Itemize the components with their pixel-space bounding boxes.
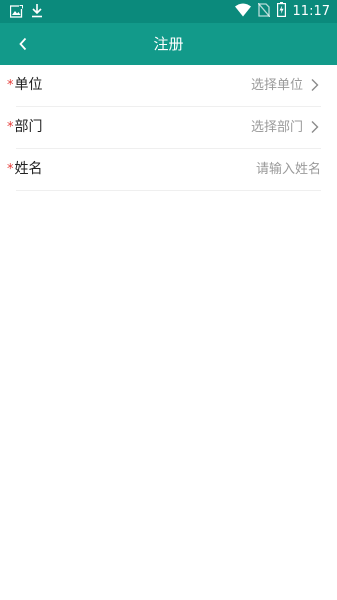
app-bar: 注册 [0,23,337,65]
unit-selector-row[interactable]: *单位 选择单位 [7,65,321,107]
department-label: 部门 [14,119,43,135]
chevron-right-icon [311,121,319,133]
name-input[interactable] [181,149,321,190]
name-input-row: *姓名 [7,149,321,191]
page-title: 注册 [153,35,184,53]
department-value: 选择部门 [250,120,303,135]
wifi-icon [234,2,251,21]
unit-value: 选择单位 [250,78,303,93]
name-label-wrap: *姓名 [7,149,43,190]
image-notification-icon [9,3,23,22]
system-icons: 11:17 [234,2,330,21]
unit-label: 单位 [14,77,43,93]
required-mark: * [7,162,14,177]
notification-icons [9,3,43,22]
status-bar: 11:17 [0,0,337,23]
department-label-wrap: *部门 [7,107,43,148]
department-selector-row[interactable]: *部门 选择部门 [7,107,321,149]
register-form: *单位 选择单位 *部门 选择部门 *姓名 [0,65,337,191]
chevron-right-icon [311,79,319,91]
no-sim-icon [257,2,271,21]
unit-label-wrap: *单位 [7,65,43,106]
download-icon [31,3,43,22]
required-mark: * [7,120,14,135]
battery-charging-icon [276,2,286,21]
required-mark: * [7,78,14,93]
status-time: 11:17 [292,3,330,19]
name-label: 姓名 [14,161,43,177]
